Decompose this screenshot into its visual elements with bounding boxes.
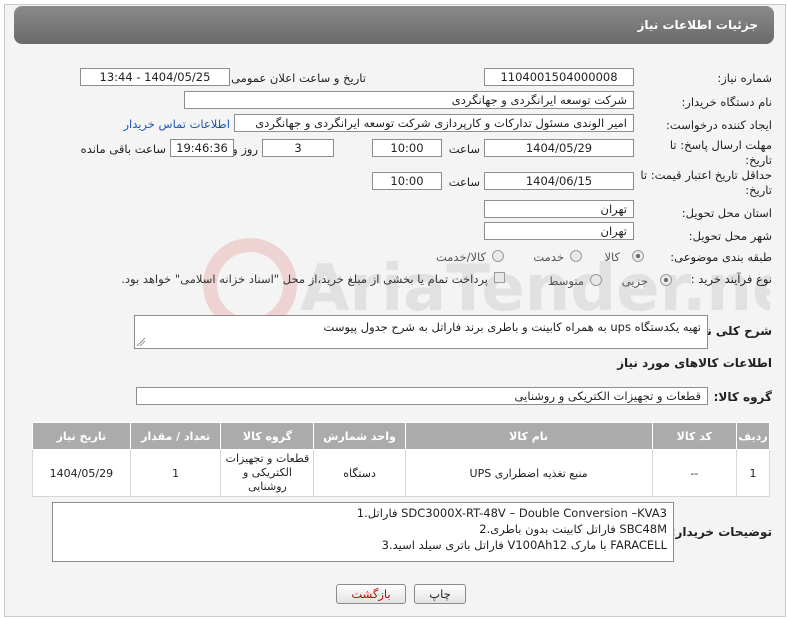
summary-resize-handle[interactable]: [136, 337, 146, 347]
cell-row: 1: [736, 449, 770, 497]
col-unit-header: واحد شمارش: [313, 422, 406, 450]
process-type-label: نوع فرآیند خرید :: [690, 272, 772, 286]
price-validity-label: حداقل تاریخ اعتبار قیمت: تا تاریخ:: [640, 168, 772, 197]
page-title: جزئیات اطلاعات نیاز: [637, 18, 758, 32]
buyer-notes-label: توضیحات خریدار:: [670, 525, 772, 539]
process-option-partial: جزیی: [621, 274, 648, 288]
process-radio-medium[interactable]: [590, 274, 602, 286]
category-radio-goods-service[interactable]: [492, 250, 504, 262]
col-row-header: ردیف: [736, 422, 770, 450]
cell-code: --: [651, 449, 738, 497]
goods-section-title: اطلاعات کالاهای مورد نیاز: [617, 356, 772, 370]
goods-group-field[interactable]: قطعات و تجهیزات الکتریکی و روشنایی: [136, 387, 708, 405]
category-option-service: خدمت: [533, 250, 564, 264]
summary-textarea[interactable]: تهیه یکدستگاه ups به همراه کابینت و باطر…: [134, 315, 708, 349]
price-validity-date-field[interactable]: 1404/06/15: [484, 172, 634, 190]
reply-deadline-label: مهلت ارسال پاسخ: تا تاریخ:: [669, 138, 772, 167]
cell-name: منبع تغذیه اضطراری UPS: [404, 449, 653, 497]
buyer-note-line: 2.فاراتل کابینت بدون باطری SBC48M: [479, 522, 667, 536]
reply-deadline-days-field[interactable]: 3: [262, 139, 334, 157]
category-radio-service[interactable]: [570, 250, 582, 262]
col-group-header: گروه کالا: [220, 422, 315, 450]
treasury-note: پرداخت تمام یا بخشی از مبلغ خرید،از محل …: [121, 272, 488, 286]
goods-group-label: گروه کالا:: [713, 390, 772, 404]
page-header: جزئیات اطلاعات نیاز: [14, 6, 774, 44]
treasury-checkbox[interactable]: [494, 272, 505, 283]
delivery-city-field[interactable]: تهران: [484, 222, 634, 240]
need-number-field[interactable]: 1104001504000008: [484, 68, 634, 86]
buyer-org-label: نام دستگاه خریدار:: [681, 95, 772, 109]
announce-datetime-field[interactable]: 1404/05/25 - 13:44: [80, 68, 230, 86]
reply-deadline-time-field[interactable]: 10:00: [372, 139, 442, 157]
cell-qty: 1: [129, 449, 222, 497]
delivery-city-label: شهر محل تحویل:: [688, 229, 772, 243]
buyer-org-field[interactable]: شرکت توسعه ایرانگردی و جهانگردی: [184, 91, 634, 109]
reply-deadline-days-label: روز و: [232, 142, 258, 156]
delivery-province-label: استان محل تحویل:: [681, 206, 772, 220]
table-header-row: ردیف کد کالا نام کالا واحد شمارش گروه کا…: [32, 422, 770, 450]
reply-deadline-date-field[interactable]: 1404/05/29: [484, 139, 634, 157]
table-row: 1 -- منبع تغذیه اضطراری UPS دستگاه قطعات…: [32, 449, 770, 497]
cell-group: قطعات و تجهیزات الکتریکی و روشنایی: [220, 449, 315, 497]
cell-unit: دستگاه: [313, 449, 406, 497]
print-button[interactable]: چاپ: [414, 584, 466, 604]
buyer-note-line: 1.فاراتل SDC3000X-RT-48V – Double Conver…: [356, 506, 667, 520]
process-radio-partial[interactable]: [660, 274, 672, 286]
buyer-note-line: 3.فاراتل باتری سیلد اسید V100Ah12 با مار…: [381, 538, 667, 552]
col-name-header: نام کالا: [404, 422, 653, 450]
announce-datetime-label: تاریخ و ساعت اعلان عمومی:: [227, 71, 366, 85]
cell-date: 1404/05/29: [32, 449, 131, 497]
category-option-goods: کالا: [604, 250, 620, 264]
items-table: ردیف کد کالا نام کالا واحد شمارش گروه کا…: [32, 422, 770, 497]
summary-text: تهیه یکدستگاه ups به همراه کابینت و باطر…: [323, 320, 701, 334]
price-validity-time-field[interactable]: 10:00: [372, 172, 442, 190]
col-qty-header: تعداد / مقدار: [129, 422, 222, 450]
category-radio-goods[interactable]: [632, 250, 644, 262]
buyer-contact-link[interactable]: اطلاعات تماس خریدار: [123, 117, 230, 131]
delivery-province-field[interactable]: تهران: [484, 200, 634, 218]
price-validity-time-label: ساعت: [448, 175, 480, 189]
requester-field[interactable]: امیر الوندی مسئول تدارکات و کارپردازی شر…: [234, 114, 634, 132]
reply-deadline-time-label: ساعت: [448, 142, 480, 156]
remaining-time-field[interactable]: 19:46:36: [170, 139, 234, 157]
requester-label: ایجاد کننده درخواست:: [666, 118, 772, 132]
buyer-notes-textarea[interactable]: 1.فاراتل SDC3000X-RT-48V – Double Conver…: [52, 502, 674, 562]
back-button[interactable]: بازگشت: [336, 584, 406, 604]
category-label: طبقه بندی موضوعی:: [670, 250, 772, 264]
process-option-medium: متوسط: [547, 274, 584, 288]
col-code-header: کد کالا: [651, 422, 738, 450]
need-number-label: شماره نیاز:: [717, 71, 772, 85]
col-date-header: تاریخ نیاز: [32, 422, 131, 450]
category-option-goods-service: کالا/خدمت: [435, 250, 486, 264]
remaining-time-label: ساعت باقی مانده: [80, 142, 166, 156]
